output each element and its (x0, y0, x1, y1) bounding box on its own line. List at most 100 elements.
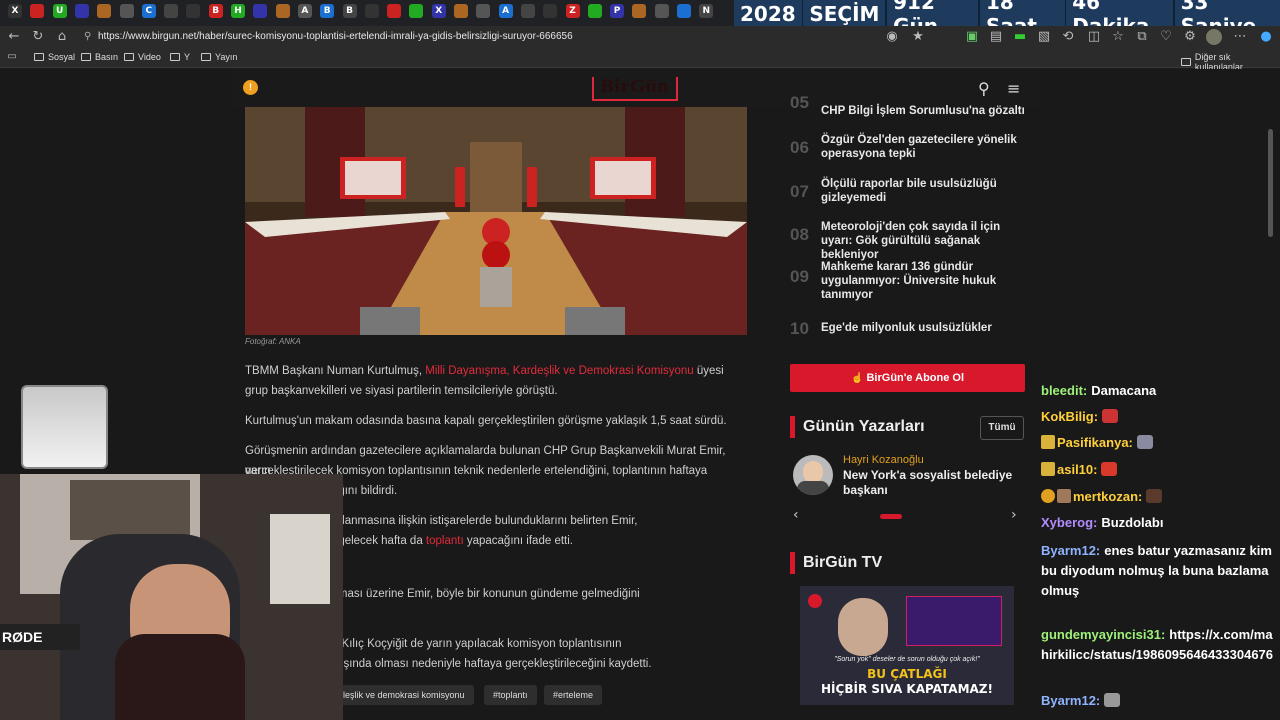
site-info-icon[interactable]: ⚲ (84, 28, 91, 46)
bookmark-folder[interactable]: Basın (81, 52, 118, 62)
browser-tab[interactable] (364, 4, 379, 18)
sync-icon[interactable]: ⟲ (1060, 29, 1076, 45)
avatar[interactable] (1206, 29, 1222, 45)
list-item[interactable]: 10 Ege'de milyonluk usulsüzlükler (790, 319, 1030, 341)
heart-icon[interactable]: ♡ (1158, 29, 1174, 45)
translate-icon[interactable]: ◉ (884, 29, 900, 45)
browser-tab[interactable]: A (498, 4, 513, 18)
browser-tab[interactable]: P (610, 4, 625, 18)
browser-tab[interactable]: B (342, 4, 357, 18)
bookmark-folder[interactable]: Video (124, 52, 161, 62)
url-input[interactable]: ⚲ https://www.birgun.net/haber/surec-kom… (82, 28, 872, 46)
chat-message: bleedit: Damacana (1041, 381, 1276, 401)
all-writers-button[interactable]: Tümü (980, 416, 1024, 440)
more-menu-icon[interactable]: ⋯ (1232, 29, 1248, 45)
browser-tab[interactable] (164, 4, 179, 18)
reload-icon[interactable]: ↻ (30, 29, 46, 45)
browser-tab[interactable]: C (141, 4, 156, 18)
menu-icon[interactable]: ≡ (1007, 79, 1020, 98)
browser-tab[interactable] (387, 4, 402, 18)
browser-tab[interactable]: H (231, 4, 245, 18)
browser-tab[interactable] (409, 4, 424, 18)
meeting-room-illustration (245, 107, 747, 335)
browser-tab[interactable] (454, 4, 468, 18)
browser-tab[interactable] (632, 4, 647, 18)
list-item[interactable]: 09 Mahkeme kararı 136 gündür uygulanmıyo… (790, 259, 1030, 305)
browser-tab[interactable] (543, 4, 558, 18)
browser-tab[interactable]: B (208, 4, 223, 18)
folder-icon (34, 53, 44, 61)
carousel-prev-icon[interactable]: ‹ (793, 507, 799, 523)
bookmark-folder[interactable]: Y (170, 52, 190, 62)
commission-link[interactable]: Milli Dayanışma, Kardeşlik ve Demokrasi … (425, 365, 693, 377)
browser-tab[interactable]: X (8, 4, 22, 18)
chat-message: gundemyayincisi31: https://x.com/mahirkil… (1041, 625, 1276, 665)
browser-tab[interactable]: A (297, 4, 312, 18)
list-item[interactable]: 05 CHP Bilgi İşlem Sorumlusu'na gözaltı (790, 93, 1030, 119)
carousel-indicator[interactable] (880, 514, 902, 519)
copilot-icon[interactable]: ● (1258, 29, 1274, 45)
browser-tab[interactable] (74, 4, 89, 18)
extension-icon[interactable]: ▤ (988, 29, 1004, 45)
browser-tab[interactable]: U (52, 4, 67, 18)
collections-icon[interactable]: ⧉ (1134, 29, 1150, 45)
column-headline[interactable]: New York'a sosyalist belediye başkanı (843, 468, 1023, 498)
browser-tab[interactable] (677, 4, 691, 18)
browser-tab[interactable]: Z (565, 4, 580, 18)
tag-link[interactable]: leşlik ve demokrasi komisyonu (334, 685, 474, 705)
tag-link[interactable]: #erteleme (544, 685, 603, 705)
browser-tab[interactable] (97, 4, 112, 18)
browser-tab[interactable] (587, 4, 602, 18)
rank-number: 09 (790, 267, 809, 286)
browser-tab[interactable] (186, 4, 201, 18)
extension-icon[interactable]: ▧ (1036, 29, 1052, 45)
rank-title: Mahkeme kararı 136 gündür uygulanmıyor: … (821, 261, 997, 301)
site-logo[interactable]: BirGün (592, 77, 678, 101)
back-icon[interactable]: ← (6, 29, 22, 45)
browser-tab[interactable] (30, 4, 45, 18)
subscriber-badge-icon (1041, 435, 1055, 449)
chat-message: asil10: (1041, 460, 1276, 480)
author-name[interactable]: Hayri Kozanoğlu (843, 454, 924, 466)
tv-video-thumbnail[interactable]: "Sorun yok" deseler de sorun olduğu çok … (800, 586, 1014, 705)
countdown-label: SEÇİM (809, 2, 880, 26)
favorite-star-icon[interactable]: ★ (910, 29, 926, 45)
extensions-icon[interactable]: ⚙ (1182, 29, 1198, 45)
browser-tab[interactable] (520, 4, 535, 18)
door-panel (270, 514, 330, 604)
browser-tab[interactable]: N (699, 4, 714, 18)
photo-frames (70, 480, 190, 540)
browser-tab[interactable] (275, 4, 290, 18)
rank-title: Meteoroloji'den çok sayıda il için uyarı… (821, 221, 1001, 261)
extension-icon[interactable]: ▬ (1012, 29, 1028, 45)
split-screen-icon[interactable]: ◫ (1086, 29, 1102, 45)
subscribe-button[interactable]: ☝ BirGün'e Abone Ol (790, 364, 1025, 392)
carousel-next-icon[interactable]: › (1011, 507, 1017, 523)
home-icon[interactable]: ⌂ (54, 29, 70, 45)
browser-tab[interactable]: B (320, 4, 335, 18)
browser-tab[interactable] (654, 4, 669, 18)
browser-tab[interactable] (253, 4, 268, 18)
extension-icon[interactable]: ▣ (964, 29, 980, 45)
list-item[interactable]: 06 Özgür Özel'den gazetecilere yönelik o… (790, 132, 1030, 164)
tag-link[interactable]: #toplantı (484, 685, 537, 705)
search-icon[interactable]: ⚲ (978, 79, 990, 98)
list-item[interactable]: 07 Ölçülü raporlar bile usulsüzlüğü gizl… (790, 176, 1030, 208)
chat-message: Byarm12: (1041, 691, 1276, 711)
page-scrollbar[interactable] (1268, 129, 1273, 237)
browser-tab[interactable] (119, 4, 134, 18)
countdown-year: 2028 (740, 2, 796, 26)
notification-icon[interactable]: ! (243, 80, 258, 95)
browser-tab[interactable]: X (431, 4, 446, 18)
paragraph-text: TBMM Başkanı Numan Kurtulmuş, (245, 365, 426, 377)
browser-tab[interactable] (476, 4, 491, 18)
bookmark-label: Yayın (215, 52, 238, 62)
bookmark-folder[interactable]: Sosyal (34, 52, 75, 62)
bookmark-import-icon[interactable]: ▭ (4, 49, 20, 65)
bookmark-folder[interactable]: Yayın (201, 52, 237, 62)
tv-headline-line2: HİÇBİR SIVA KAPATAMAZ! (821, 682, 993, 696)
author-avatar[interactable] (793, 455, 833, 495)
meeting-link[interactable]: toplantı (426, 535, 464, 547)
list-item[interactable]: 08 Meteoroloji'den çok sayıda il için uy… (790, 219, 1030, 261)
favorites-icon[interactable]: ☆ (1110, 29, 1126, 45)
